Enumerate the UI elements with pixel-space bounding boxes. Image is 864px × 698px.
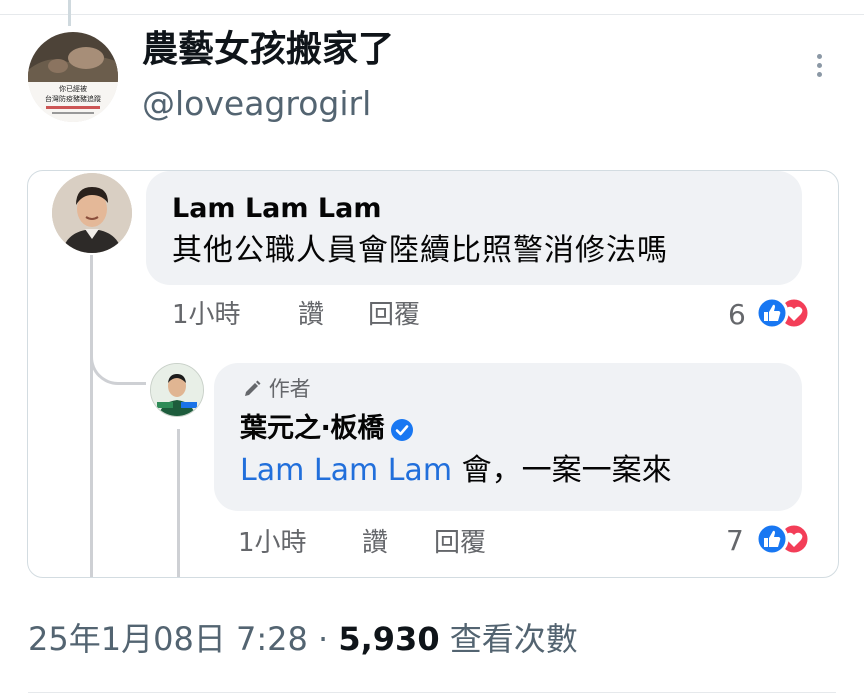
meta-separator: ·: [318, 620, 329, 658]
reply-thread-line: [90, 255, 93, 577]
comment-author[interactable]: Lam Lam Lam: [172, 193, 381, 225]
views-count: 5,930: [338, 620, 440, 658]
verified-badge-icon: [391, 418, 414, 441]
author-badge: 作者: [242, 375, 311, 403]
reply-connector: [90, 331, 146, 385]
comment-bubble: Lam Lam Lam 其他公職人員會陸續比照警消修法嗎: [146, 171, 802, 285]
tweet-timestamp[interactable]: 25年1月08日 7:28: [28, 620, 308, 658]
top-divider: [0, 14, 864, 15]
reply-like-button[interactable]: 讚: [362, 527, 388, 559]
comment-time[interactable]: 1小時: [172, 299, 241, 331]
reply-reply-button[interactable]: 回覆: [434, 527, 486, 559]
more-vertical-icon[interactable]: [808, 50, 830, 86]
like-reaction-icon: [755, 522, 789, 556]
reply-text: Lam Lam Lam 會，一案一案來: [240, 451, 672, 491]
reply-bubble: 作者 葉元之‧板橋 Lam Lam Lam 會，一案一案來: [214, 363, 802, 511]
avatar-caption-2: 台灣防疫豬豬追蹤: [45, 94, 101, 103]
display-name[interactable]: 農藝女孩搬家了: [142, 28, 394, 72]
reply-button[interactable]: 回覆: [368, 299, 420, 331]
pen-icon: [245, 380, 261, 396]
reply-actions: 1小時 讚 回覆: [238, 527, 538, 561]
commenter-avatar[interactable]: [52, 173, 132, 253]
reply-thread-line-2: [177, 429, 180, 577]
comment-text: 其他公職人員會陸續比照警消修法嗎: [172, 233, 668, 268]
mention-link[interactable]: Lam Lam Lam: [240, 453, 452, 488]
reply-reaction-count[interactable]: 7: [726, 525, 744, 557]
avatar-image: 你已經被 台灣防疫豬豬追蹤: [28, 32, 118, 122]
thread-connector-line: [68, 0, 71, 26]
reaction-count[interactable]: 6: [728, 299, 746, 331]
reply-time[interactable]: 1小時: [238, 527, 307, 559]
avatar[interactable]: 你已經被 台灣防疫豬豬追蹤: [28, 32, 118, 122]
reply-text-body: 會，一案一案來: [452, 453, 672, 488]
views-label: 查看次數: [449, 620, 578, 658]
comment-actions: 1小時 讚 回覆: [172, 299, 472, 333]
author-avatar[interactable]: [150, 363, 204, 417]
tweet-meta: 25年1月08日 7:28 · 5,930 查看次數: [28, 618, 578, 660]
reaction-icons[interactable]: [750, 295, 811, 331]
commenter-avatar-image: [52, 173, 132, 253]
user-handle[interactable]: @loveagrogirl: [142, 84, 371, 124]
reply-author-name[interactable]: 葉元之‧板橋: [240, 413, 384, 444]
author-badge-label: 作者: [268, 377, 311, 401]
author-avatar-image: [151, 364, 203, 416]
reply-author[interactable]: 葉元之‧板橋: [240, 411, 414, 447]
reply-reaction-icons[interactable]: [750, 521, 811, 557]
like-reaction-icon: [755, 296, 789, 330]
like-button[interactable]: 讚: [298, 299, 324, 331]
embedded-screenshot[interactable]: Lam Lam Lam 其他公職人員會陸續比照警消修法嗎 1小時 讚 回覆 6: [27, 170, 839, 578]
avatar-caption-1: 你已經被: [59, 84, 87, 93]
bottom-divider: [28, 692, 836, 693]
